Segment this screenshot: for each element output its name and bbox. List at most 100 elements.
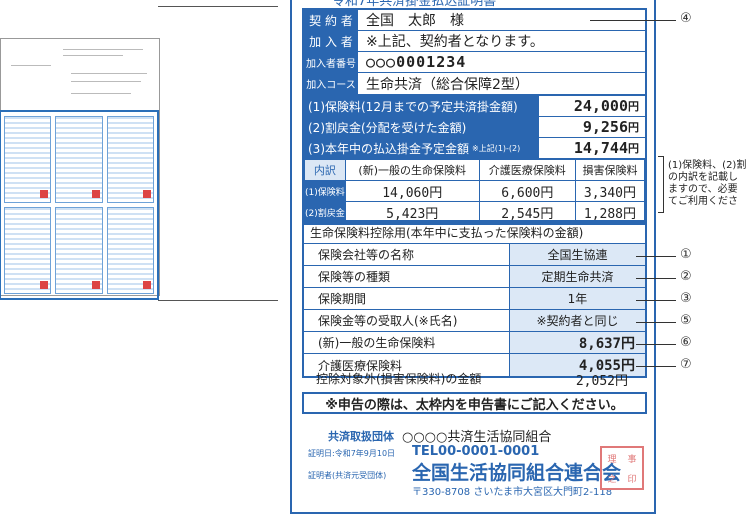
callout-1: ① xyxy=(680,247,692,262)
breakdown-cell: 14,060円 xyxy=(344,180,480,202)
yen-unit: 円 xyxy=(628,121,639,134)
thumbnail-seal-mark xyxy=(91,281,100,289)
deduction-value: 1年 xyxy=(509,288,645,309)
callout-line xyxy=(636,366,676,367)
thumbnail-grid xyxy=(4,116,154,294)
amount-label: (3)本年中の払込掛金予定金額 ※上記(1)-(2) xyxy=(304,138,539,158)
thumbnail-cell xyxy=(4,207,52,294)
breakdown-header-row: 内訳 (新)一般の生命保険料 介護医療保険料 損害保険料 xyxy=(304,159,646,181)
deduction-value: 8,637円 xyxy=(509,332,645,353)
breakdown-corner: 内訳 xyxy=(304,159,346,181)
deduction-value: 全国生協連 xyxy=(509,244,645,265)
side-note: (1)保険料、(2)割 の内訳を記載し ますので、必要 てご利用くださ xyxy=(668,160,746,208)
amount-number: 9,256 xyxy=(582,118,628,136)
zoom-leader-line xyxy=(158,6,278,7)
contract-info-box: 契 約 者 全国 太郎 様 加 入 者 ※上記、契約者となります。 加入者番号 … xyxy=(302,8,647,96)
zoom-leader-line xyxy=(158,300,278,301)
callout-line xyxy=(636,300,676,301)
callout-line xyxy=(636,322,676,323)
breakdown-header: 損害保険料 xyxy=(574,159,646,181)
thumbnail-line xyxy=(11,65,51,66)
thumbnail-cell xyxy=(106,116,154,203)
deduction-label: 保険金等の受取人(※氏名) xyxy=(318,314,458,328)
deduction-row: (新)一般の生命保険料 8,637円 xyxy=(304,332,645,354)
certificate: 令和7年共済掛金払込証明書 契 約 者 全国 太郎 様 加 入 者 ※上記、契約… xyxy=(290,0,656,514)
yen-unit: 円 xyxy=(628,142,639,155)
course-value: 生命共済（総合保障2型） xyxy=(366,76,529,93)
thumbnail-cell xyxy=(106,207,154,294)
deduction-box: 生命保険料控除用(本年中に支払った保険料の金額) 保険会社等の名称 全国生協連 … xyxy=(302,220,647,378)
thumbnail-line xyxy=(71,93,131,94)
deduction-value: ※契約者と同じ xyxy=(509,310,645,331)
handling-org-value: ○○○○共済生活協同組合 xyxy=(402,430,552,445)
handling-org-label: 共済取扱団体 xyxy=(328,430,394,443)
breakdown-table: 内訳 (新)一般の生命保険料 介護医療保険料 損害保険料 (1)保険料 14,0… xyxy=(304,159,646,223)
deduction-value: 定期生命共済 xyxy=(509,266,645,287)
course-row: 加入コース 生命共済（総合保障2型） xyxy=(304,73,645,94)
amount-value: 24,000 円 xyxy=(539,96,645,116)
callout-7: ⑦ xyxy=(680,357,692,372)
certification-date: 証明日:令和7年9月10日 xyxy=(308,449,396,458)
amount-label: (2)割戻金(分配を受けた金額) xyxy=(304,117,539,137)
breakdown-cell: 3,340円 xyxy=(574,180,646,202)
callout-3: ③ xyxy=(680,291,692,306)
seal-char: 印 xyxy=(627,474,637,485)
side-note-line: てご利用くださ xyxy=(668,196,738,207)
excluded-value: 2,052円 xyxy=(575,374,628,389)
side-note-line: の内訳を記載し xyxy=(668,172,738,183)
thumbnail-seal-mark xyxy=(91,190,100,198)
seal-char: 之 xyxy=(607,474,617,485)
amount-label: (1)保険料(12月までの予定共済掛金額) xyxy=(304,96,539,116)
member-no-label: 加入者番号 xyxy=(304,52,358,72)
callout-line xyxy=(636,344,676,345)
filing-notice: ※申告の際は、太枠内を申告書にご記入ください。 xyxy=(302,392,647,414)
thumbnail-cell xyxy=(4,116,52,203)
breakdown-header: 介護医療保険料 xyxy=(478,159,576,181)
deduction-label: 保険期間 xyxy=(318,292,367,306)
issuer-address: 〒330-8708 さいたま市大宮区大門町2-118 xyxy=(412,487,613,498)
deduction-row: 保険期間 1年 xyxy=(304,288,645,310)
member-no-value: ○○○0001234 xyxy=(366,53,467,71)
insured-label: 加 入 者 xyxy=(304,31,358,51)
issuer-phone: TEL00-0001-0001 xyxy=(412,444,540,459)
contract-value: 全国 太郎 様 xyxy=(366,13,464,29)
amount-number: 24,000 xyxy=(573,97,628,115)
amount-row: (2)割戻金(分配を受けた金額) 9,256 円 xyxy=(304,117,645,138)
document-thumbnail xyxy=(0,38,160,300)
callout-4: ④ xyxy=(680,11,692,26)
certifier-label: 証明者(共済元受団体) xyxy=(308,471,387,480)
amount-row: (3)本年中の払込掛金予定金額 ※上記(1)-(2) 14,744 円 xyxy=(304,138,645,159)
course-label: 加入コース xyxy=(304,73,358,94)
thumbnail-cell xyxy=(55,207,103,294)
thumbnail-seal-mark xyxy=(142,190,151,198)
member-no-row: 加入者番号 ○○○0001234 xyxy=(304,52,645,73)
deduction-heading: 生命保険料控除用(本年中に支払った保険料の金額) xyxy=(304,222,645,244)
deduction-label: (新)一般の生命保険料 xyxy=(318,336,436,350)
thumbnail-cell xyxy=(55,116,103,203)
side-note-line: (1)保険料、(2)割 xyxy=(668,160,747,171)
breakdown-header: (新)一般の生命保険料 xyxy=(344,159,480,181)
seal-char: 理 xyxy=(607,454,617,465)
thumbnail-seal-mark xyxy=(40,281,49,289)
excluded-label: 控除対象外(損害保険料)の金額 xyxy=(316,372,482,386)
deduction-row: 保険等の種類 定期生命共済 xyxy=(304,266,645,288)
breakdown-row: (1)保険料 14,060円 6,600円 3,340円 xyxy=(304,180,646,202)
breakdown-row-label: (1)保険料 xyxy=(304,180,346,202)
callout-5: ⑤ xyxy=(680,313,692,328)
callout-6: ⑥ xyxy=(680,335,692,350)
thumbnail-line xyxy=(63,49,143,50)
official-seal: 理 事 之 印 xyxy=(600,446,644,490)
insured-value: ※上記、契約者となります。 xyxy=(366,34,544,50)
side-note-line: ますので、必要 xyxy=(668,184,738,195)
thumbnail-seal-mark xyxy=(40,190,49,198)
yen-unit: 円 xyxy=(628,100,639,113)
callout-2: ② xyxy=(680,269,692,284)
breakdown-bracket xyxy=(658,156,664,213)
amount-value: 9,256 円 xyxy=(539,117,645,137)
callout-line xyxy=(590,20,676,21)
thumbnail-line xyxy=(71,81,141,82)
callout-line xyxy=(636,278,676,279)
deduction-row: 保険会社等の名称 全国生協連 xyxy=(304,244,645,266)
insured-row: 加 入 者 ※上記、契約者となります。 xyxy=(304,31,645,52)
thumbnail-seal-mark xyxy=(142,281,151,289)
